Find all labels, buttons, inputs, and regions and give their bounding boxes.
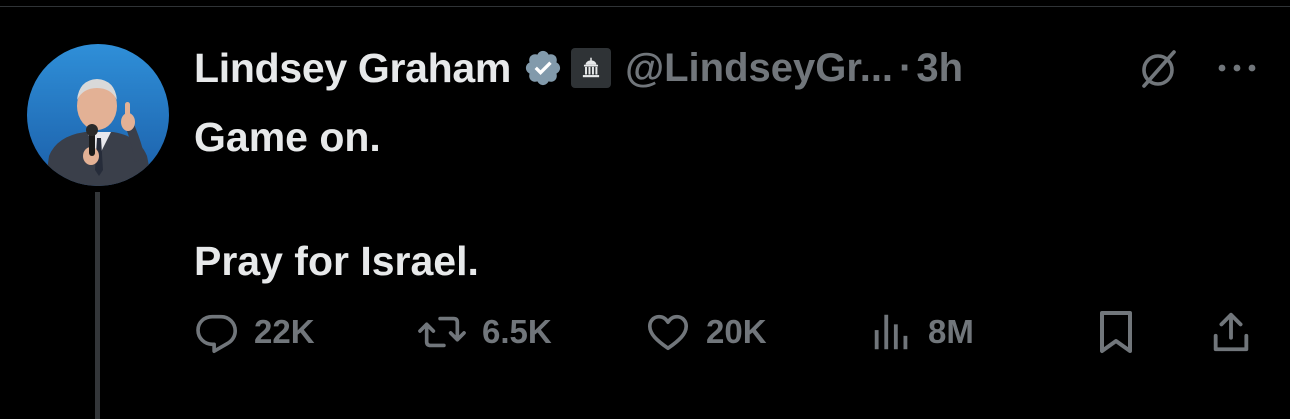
like-count: 20K	[706, 313, 767, 350]
grok-icon[interactable]	[1136, 46, 1182, 92]
share-icon	[1213, 312, 1249, 352]
like-button[interactable]: 20K	[644, 306, 767, 358]
more-dots-icon[interactable]	[1214, 58, 1260, 78]
share-button[interactable]	[1208, 306, 1254, 358]
display-name[interactable]: Lindsey Graham	[194, 45, 511, 92]
views-button[interactable]: 8M	[870, 306, 974, 358]
avatar[interactable]	[27, 44, 169, 186]
handle[interactable]: @LindseyGr...	[625, 46, 893, 91]
tweet-line-2: Pray for Israel.	[194, 238, 479, 284]
top-divider	[0, 0, 1290, 7]
action-bar: 22K 6.5K 20K 8M	[0, 306, 1290, 358]
tweet-header: Lindsey Graham @LindseyGr... · 3h	[194, 40, 963, 96]
repost-count: 6.5K	[482, 313, 552, 350]
bookmark-button[interactable]	[1094, 306, 1138, 358]
views-count: 8M	[928, 313, 974, 350]
reply-button[interactable]: 22K	[194, 306, 315, 358]
repost-icon	[418, 316, 466, 348]
reply-icon	[196, 314, 238, 353]
views-chart-icon	[874, 314, 908, 350]
avatar-image	[27, 44, 169, 186]
timestamp[interactable]: 3h	[916, 46, 963, 91]
verified-badge-icon[interactable]	[523, 48, 563, 88]
bookmark-icon	[1100, 311, 1132, 353]
government-building-icon	[571, 48, 612, 88]
tweet-text: Game on. Pray for Israel.	[194, 106, 479, 292]
reply-count: 22K	[254, 313, 315, 350]
tweet-line-1: Game on.	[194, 114, 381, 160]
repost-button[interactable]: 6.5K	[416, 306, 552, 358]
heart-icon	[647, 314, 689, 351]
separator-dot: ·	[899, 45, 913, 90]
